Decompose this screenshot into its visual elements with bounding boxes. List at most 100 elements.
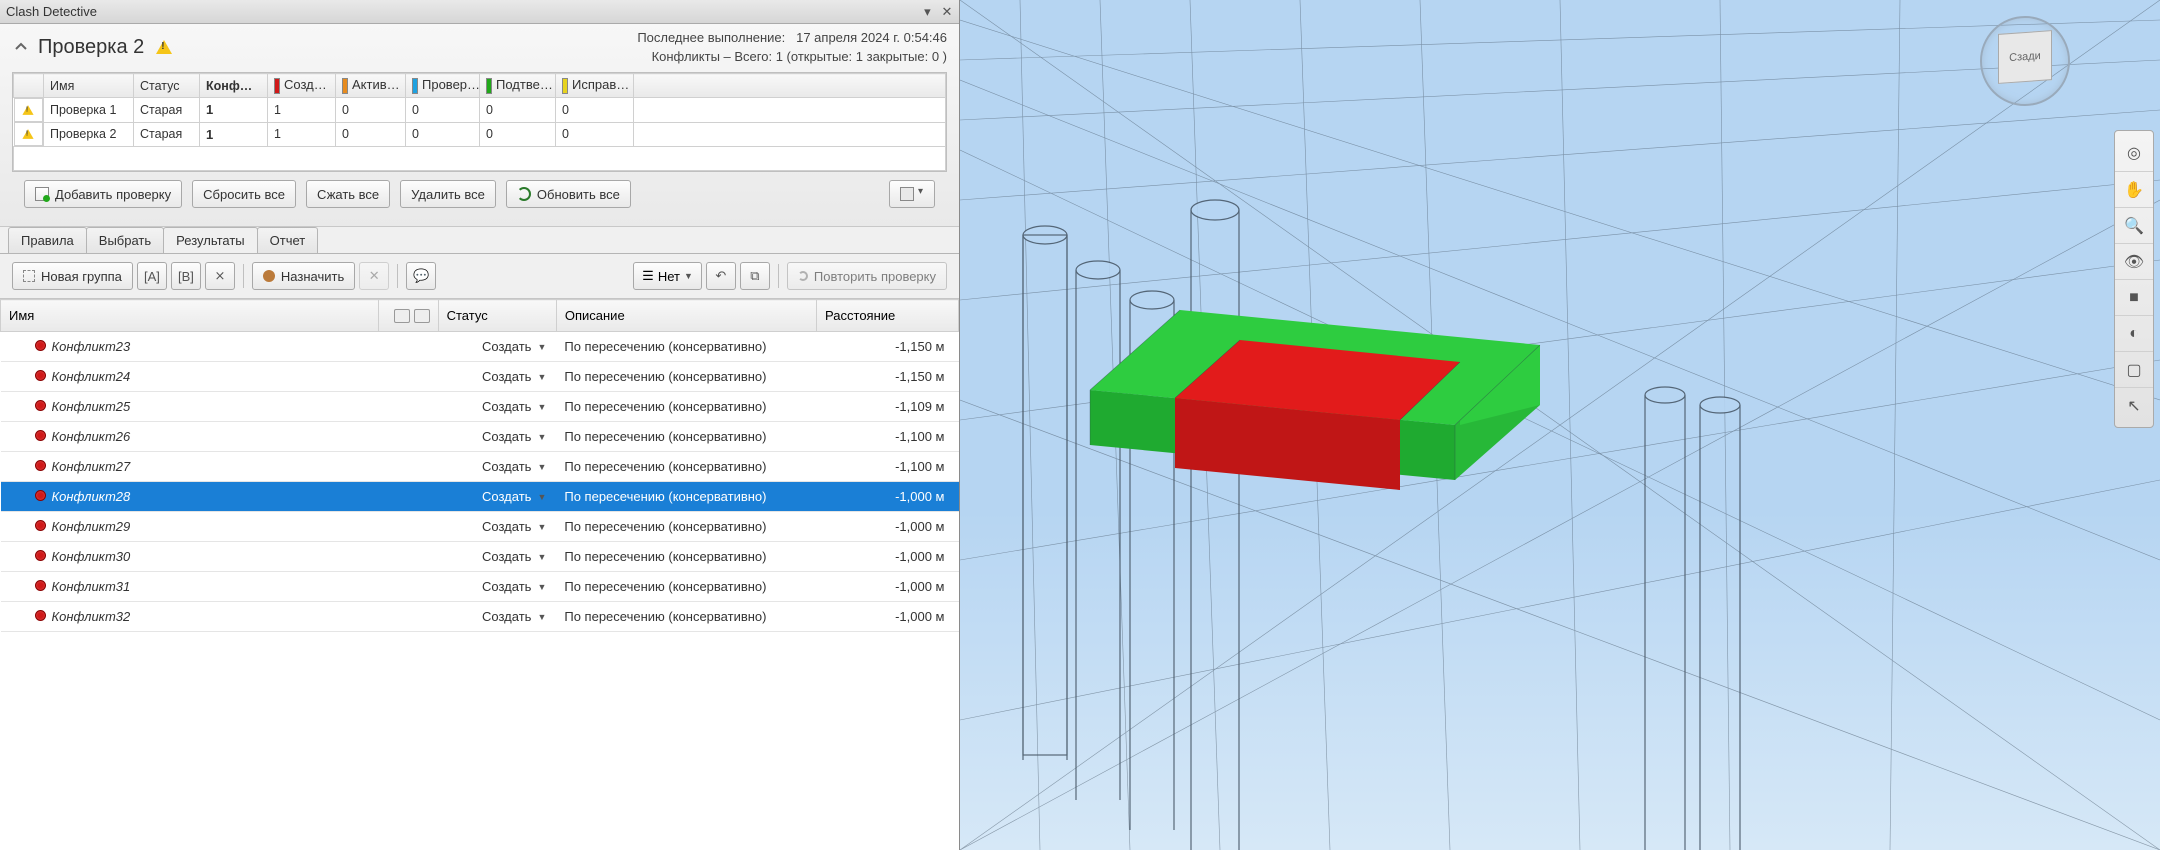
clash-name-cell: Конфликт29 (1, 512, 379, 542)
camera-icon (394, 309, 410, 323)
view-cube-face[interactable]: Сзади (1998, 30, 2052, 84)
clash-description-cell: По пересечению (консервативно) (556, 572, 816, 602)
clash-status-cell[interactable]: Создать ▼ (438, 422, 556, 452)
tests-row[interactable]: Проверка 1Старая110000 (14, 98, 946, 123)
clash-status-cell[interactable]: Создать ▼ (438, 482, 556, 512)
view-cube[interactable]: Сзади (1980, 16, 2070, 106)
rescol-distance[interactable]: Расстояние (817, 300, 959, 332)
clash-description-cell: По пересечению (консервативно) (556, 542, 816, 572)
delete-all-button[interactable]: Удалить все (400, 180, 496, 208)
results-row[interactable]: Конфликт25Создать ▼По пересечению (консе… (1, 392, 959, 422)
rerun-button[interactable]: Повторить проверку (787, 262, 947, 290)
clash-distance-cell: -1,109 м (817, 392, 959, 422)
clash-status-cell[interactable]: Создать ▼ (438, 512, 556, 542)
test-name-cell: Проверка 1 (44, 98, 134, 123)
add-test-icon (35, 187, 49, 201)
clash-status-cell[interactable]: Создать ▼ (438, 392, 556, 422)
collapse-all-button[interactable]: Сжать все (306, 180, 390, 208)
tab-select[interactable]: Выбрать (86, 227, 164, 253)
tests-row[interactable]: Проверка 2Старая110000 (14, 122, 946, 147)
group-by-b-button[interactable]: [B] (171, 262, 201, 290)
panel-close-icon[interactable]: ✕ (941, 4, 953, 20)
group-by-a-button[interactable]: [A] (137, 262, 167, 290)
results-row[interactable]: Конфликт24Создать ▼По пересечению (консе… (1, 362, 959, 392)
comment-button[interactable]: 💬 (406, 262, 436, 290)
isolate-prev-button[interactable]: ↶ (706, 262, 736, 290)
warning-icon (156, 40, 172, 54)
test-confirmed-cell: 0 (480, 98, 556, 123)
results-row[interactable]: Конфликт31Создать ▼По пересечению (консе… (1, 572, 959, 602)
clash-distance-cell: -1,000 м (817, 482, 959, 512)
clash-distance-cell: -1,000 м (817, 602, 959, 632)
tab-results[interactable]: Результаты (163, 227, 257, 253)
look-icon[interactable]: 👁 (2115, 243, 2153, 279)
zoom-icon[interactable]: 🔍 (2115, 207, 2153, 243)
add-test-button[interactable]: Добавить проверку (24, 180, 182, 208)
results-toolbar: Новая группа [A] [B] ⨯ Назначить ✕ 💬 ☰ Н… (0, 254, 959, 298)
ungroup-button[interactable]: ⨯ (205, 262, 235, 290)
clash-status-dot-icon (35, 400, 46, 411)
results-tab-content: Новая группа [A] [B] ⨯ Назначить ✕ 💬 ☰ Н… (0, 253, 959, 850)
results-row[interactable]: Конфликт27Создать ▼По пересечению (консе… (1, 452, 959, 482)
col-status[interactable]: Статус (134, 74, 200, 98)
import-export-button[interactable] (889, 180, 935, 208)
fly-icon[interactable]: ◐ (2115, 315, 2153, 351)
orbit-icon[interactable]: ◎ (2115, 135, 2153, 171)
test-fixed-cell: 0 (556, 122, 634, 147)
last-run-label: Последнее выполнение: (637, 30, 785, 45)
col-create[interactable]: Созд… (268, 74, 336, 98)
clash-status-cell[interactable]: Создать ▼ (438, 362, 556, 392)
clash-status-cell[interactable]: Создать ▼ (438, 452, 556, 482)
results-row[interactable]: Конфликт26Создать ▼По пересечению (консе… (1, 422, 959, 452)
clash-distance-cell: -1,100 м (817, 422, 959, 452)
results-row[interactable]: Конфликт32Создать ▼По пересечению (консе… (1, 602, 959, 632)
3d-viewport[interactable]: Сзади ◎ ✋ 🔍 👁 ■ ◐ ▢ ↖ (960, 0, 2160, 850)
pan-icon[interactable]: ✋ (2115, 171, 2153, 207)
rescol-status[interactable]: Статус (438, 300, 556, 332)
clash-name-cell: Конфликт30 (1, 542, 379, 572)
panel-titlebar[interactable]: Clash Detective ▾ ✕ (0, 0, 959, 24)
test-confirmed-cell: 0 (480, 122, 556, 147)
col-checked[interactable]: Провер… (406, 74, 480, 98)
clash-status-cell[interactable]: Создать ▼ (438, 332, 556, 362)
unassign-button[interactable]: ✕ (359, 262, 389, 290)
assign-icon (263, 270, 275, 282)
new-group-button[interactable]: Новая группа (12, 262, 133, 290)
update-all-button[interactable]: Обновить все (506, 180, 631, 208)
clash-status-cell[interactable]: Создать ▼ (438, 572, 556, 602)
rescol-icons[interactable] (379, 300, 438, 332)
col-fixed[interactable]: Исправ… (556, 74, 634, 98)
color-tag-confirmed (486, 78, 492, 94)
reset-all-button[interactable]: Сбросить все (192, 180, 296, 208)
col-active[interactable]: Актив… (336, 74, 406, 98)
clash-distance-cell: -1,150 м (817, 332, 959, 362)
walk-icon[interactable]: ■ (2115, 279, 2153, 315)
results-row[interactable]: Конфликт29Создать ▼По пересечению (консе… (1, 512, 959, 542)
rescol-description[interactable]: Описание (556, 300, 816, 332)
results-row[interactable]: Конфликт30 Создать ▼По пересечению (консе… (1, 542, 959, 572)
results-row[interactable]: Конфликт23Создать ▼По пересечению (консе… (1, 332, 959, 362)
results-row[interactable]: Конфликт28Создать ▼По пересечению (консе… (1, 482, 959, 512)
tab-rules[interactable]: Правила (8, 227, 87, 253)
col-conflicts[interactable]: Конф… (200, 74, 268, 98)
rescol-name[interactable]: Имя (1, 300, 379, 332)
results-table: Имя Статус Описание Расстояние Конфликт2… (0, 299, 959, 632)
results-scroll[interactable]: Имя Статус Описание Расстояние Конфликт2… (0, 299, 959, 850)
col-name[interactable]: Имя (44, 74, 134, 98)
section-icon[interactable]: ▢ (2115, 351, 2153, 387)
clash-description-cell: По пересечению (консервативно) (556, 452, 816, 482)
select-icon[interactable]: ↖ (2115, 387, 2153, 423)
tab-report[interactable]: Отчет (257, 227, 319, 253)
clash-status-cell[interactable]: Создать ▼ (438, 542, 556, 572)
clash-name-cell: Конфликт24 (1, 362, 379, 392)
panel-pin-icon[interactable]: ▾ (921, 4, 933, 20)
collapse-header-icon[interactable] (12, 38, 30, 56)
isolate-next-button[interactable]: ⧉ (740, 262, 770, 290)
filter-none-dropdown[interactable]: ☰ Нет ▼ (633, 262, 702, 290)
assign-button[interactable]: Назначить (252, 262, 355, 290)
clash-status-dot-icon (35, 520, 46, 531)
col-confirmed[interactable]: Подтве… (480, 74, 556, 98)
clash-status-cell[interactable]: Создать ▼ (438, 602, 556, 632)
clash-status-dot-icon (35, 430, 46, 441)
clash-name-cell: Конфликт25 (1, 392, 379, 422)
